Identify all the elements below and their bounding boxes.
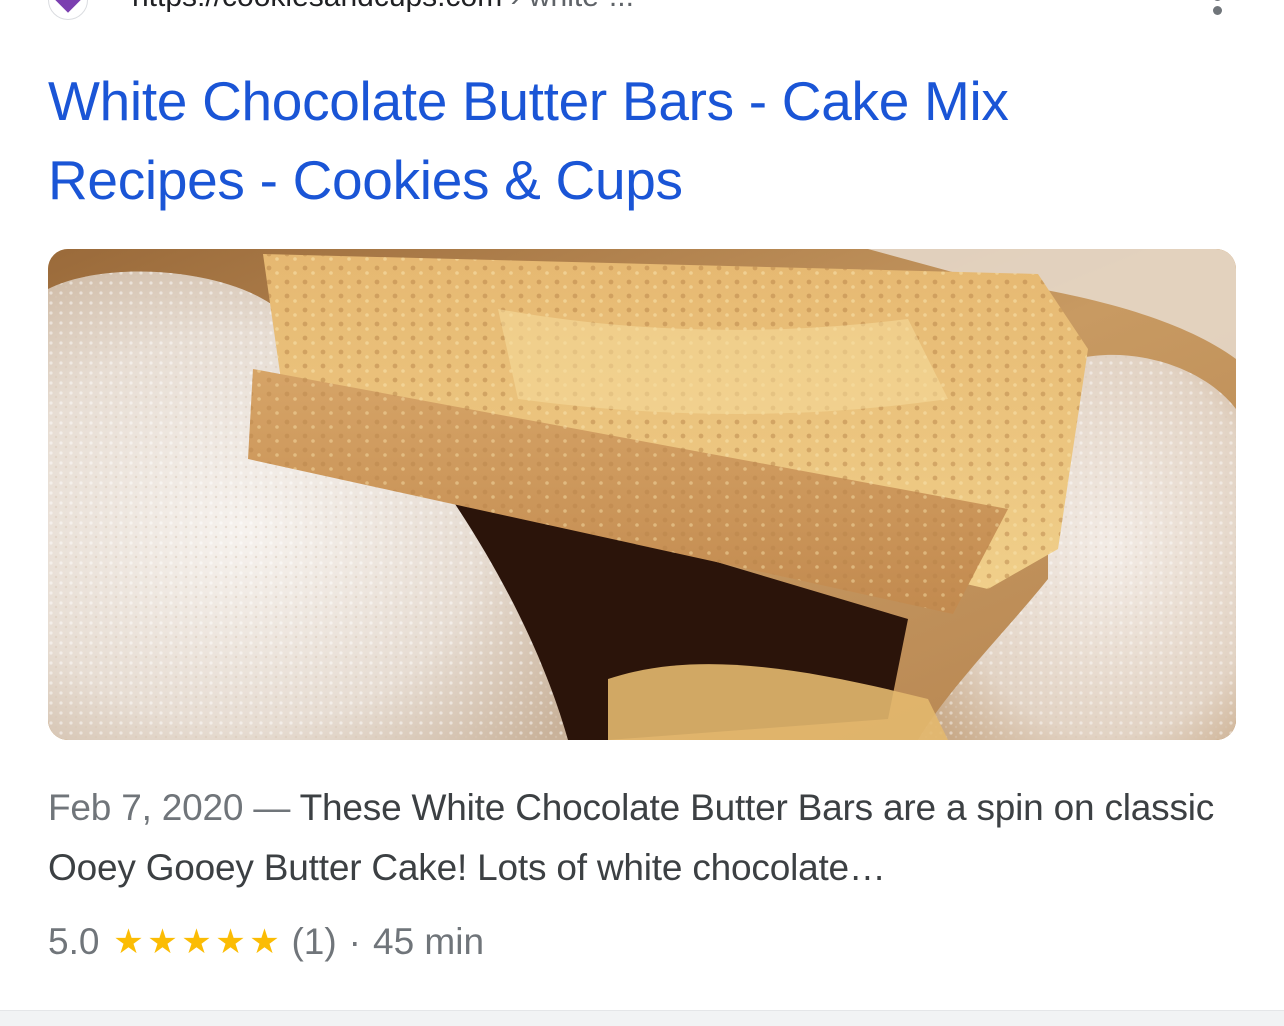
site-favicon-icon xyxy=(48,0,88,20)
rating-value: 5.0 xyxy=(48,921,100,962)
site-url-text: https://cookiesandcups.com xyxy=(132,0,502,13)
search-result-card: https://cookiesandcups.com › white-... W… xyxy=(0,0,1284,1010)
site-header[interactable]: https://cookiesandcups.com › white-... xyxy=(0,0,1284,20)
star-icon: ★ xyxy=(113,923,144,961)
breadcrumb: › white-... xyxy=(511,0,634,13)
result-snippet: Feb 7, 2020 — These White Chocolate Butt… xyxy=(48,778,1238,898)
review-count: (1) xyxy=(291,921,337,962)
result-title-link[interactable]: White Chocolate Butter Bars - Cake Mix R… xyxy=(48,62,1168,220)
meta-separator: · xyxy=(348,921,361,962)
result-thumbnail-image[interactable] xyxy=(48,249,1236,740)
more-vertical-icon[interactable] xyxy=(1206,0,1230,15)
star-icon: ★ xyxy=(181,923,212,961)
star-icon: ★ xyxy=(215,923,246,961)
rating-row: 5.0 ★ ★ ★ ★ ★ (1) · 45 min xyxy=(48,912,484,972)
rating-stars: ★ ★ ★ ★ ★ xyxy=(111,912,281,972)
result-date: Feb 7, 2020 xyxy=(48,787,244,828)
cook-duration: 45 min xyxy=(373,921,485,962)
date-dash: — xyxy=(253,787,291,828)
star-icon: ★ xyxy=(249,923,280,961)
site-url: https://cookiesandcups.com › white-... xyxy=(132,0,634,14)
star-icon: ★ xyxy=(147,923,178,961)
card-divider xyxy=(0,1010,1284,1026)
